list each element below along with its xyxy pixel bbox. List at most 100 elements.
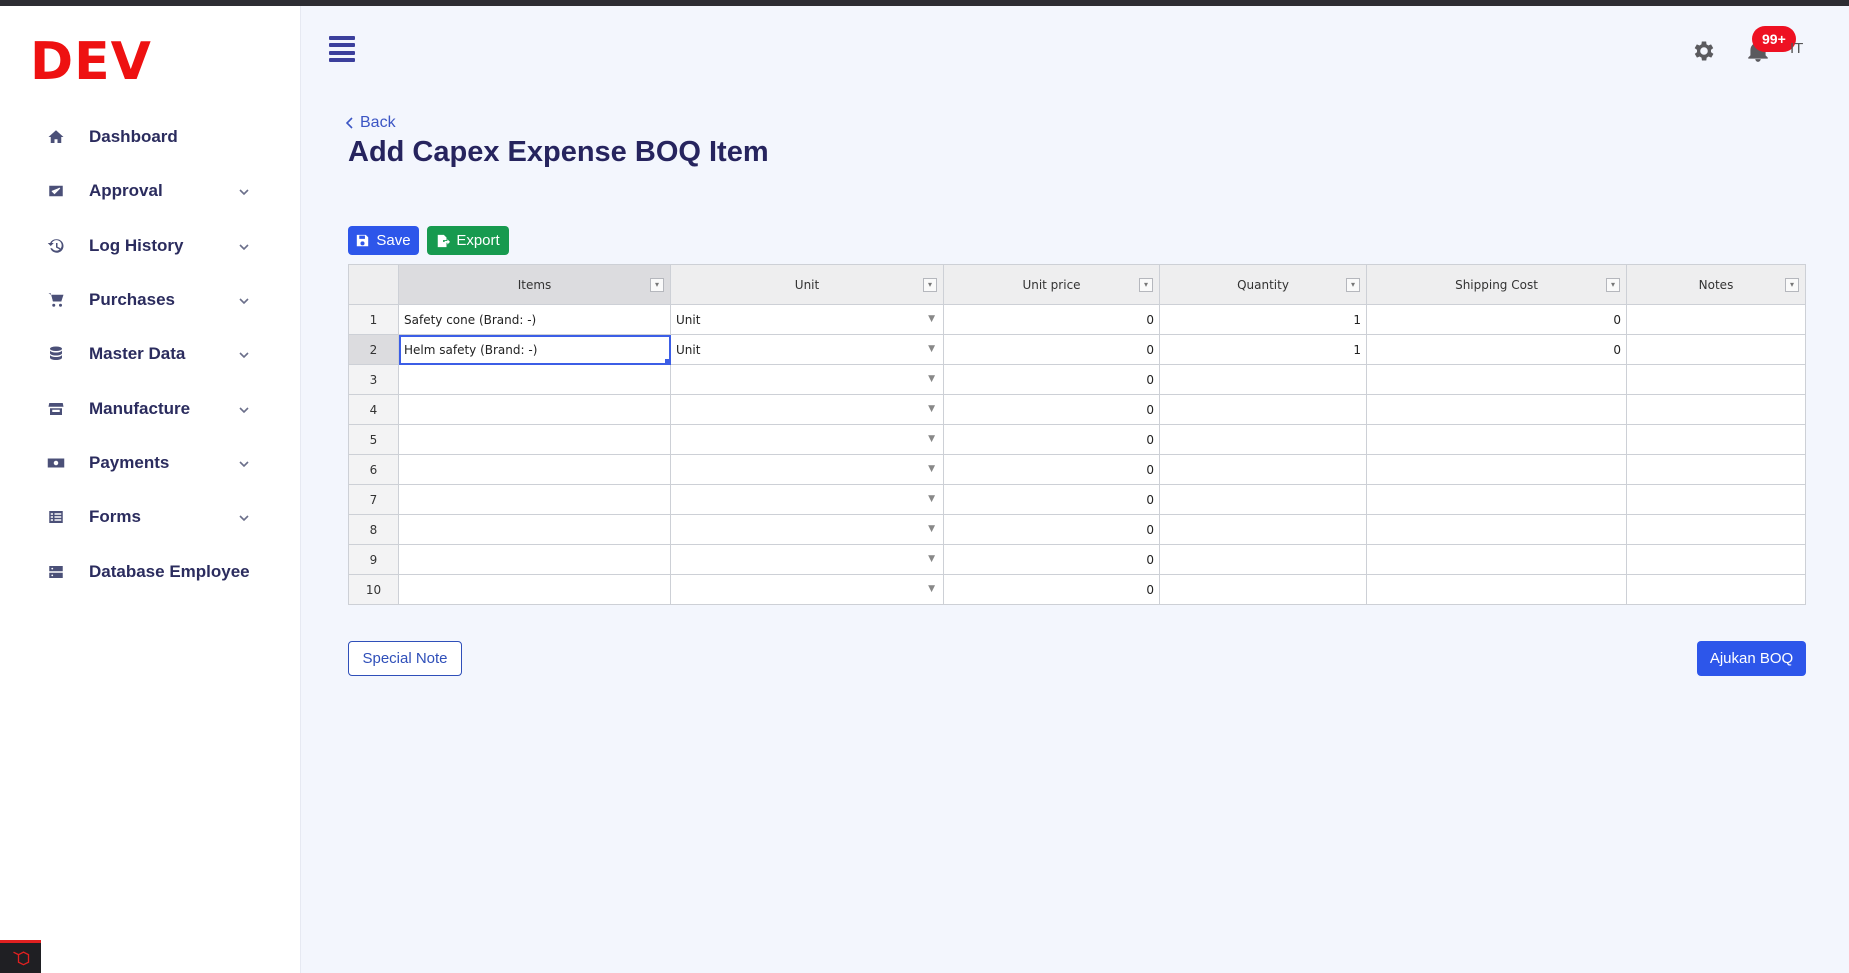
cell-unit-price[interactable]: 0 [943, 424, 1160, 455]
cell-unit-price[interactable]: 0 [943, 364, 1160, 395]
cell-notes[interactable] [1626, 574, 1806, 605]
cell-item-active[interactable]: Helm safety (Brand: -) [398, 334, 671, 365]
row-number[interactable]: 1 [348, 304, 399, 335]
gear-icon[interactable] [1691, 38, 1717, 64]
row-number[interactable]: 6 [348, 454, 399, 485]
cell-quantity[interactable]: 1 [1159, 304, 1367, 335]
sidebar-item-dashboard[interactable]: Dashboard [0, 110, 300, 164]
cell-item[interactable] [398, 484, 671, 515]
chevron-down-icon[interactable] [238, 348, 250, 360]
corner-cell[interactable] [348, 264, 399, 305]
dropdown-arrow-icon[interactable]: ▼ [928, 434, 935, 444]
export-button[interactable]: Export [427, 226, 509, 255]
cell-shipping-cost[interactable] [1366, 484, 1627, 515]
cell-item[interactable]: Safety cone (Brand: -) [398, 304, 671, 335]
cell-unit-price[interactable]: 0 [943, 454, 1160, 485]
chevron-down-icon[interactable] [238, 457, 250, 469]
cell-shipping-cost[interactable] [1366, 574, 1627, 605]
chevron-down-icon[interactable] [238, 294, 250, 306]
row-number[interactable]: 9 [348, 544, 399, 575]
cell-shipping-cost[interactable]: 0 [1366, 334, 1627, 365]
menu-toggle-icon[interactable] [329, 36, 355, 62]
cell-unit[interactable]: ▼ [670, 364, 944, 395]
column-filter-icon[interactable]: ▾ [1785, 278, 1799, 292]
cell-item[interactable] [398, 514, 671, 545]
sidebar-item-payments[interactable]: Payments [0, 436, 300, 490]
column-header-items[interactable]: Items ▾ [398, 264, 671, 305]
column-filter-icon[interactable]: ▾ [1346, 278, 1360, 292]
dropdown-arrow-icon[interactable]: ▼ [928, 344, 935, 354]
dropdown-arrow-icon[interactable]: ▼ [928, 314, 935, 324]
row-number[interactable]: 10 [348, 574, 399, 605]
cell-item[interactable] [398, 574, 671, 605]
row-number[interactable]: 7 [348, 484, 399, 515]
cell-notes[interactable] [1626, 304, 1806, 335]
cell-quantity[interactable] [1159, 574, 1367, 605]
special-note-button[interactable]: Special Note [348, 641, 462, 676]
row-number[interactable]: 8 [348, 514, 399, 545]
cell-notes[interactable] [1626, 514, 1806, 545]
cell-unit[interactable]: Unit ▼ [670, 334, 944, 365]
cell-unit-price[interactable]: 0 [943, 334, 1160, 365]
save-button[interactable]: Save [348, 226, 419, 255]
user-avatar[interactable]: IT [1790, 40, 1803, 57]
cell-shipping-cost[interactable]: 0 [1366, 304, 1627, 335]
dropdown-arrow-icon[interactable]: ▼ [928, 464, 935, 474]
row-number[interactable]: 4 [348, 394, 399, 425]
cell-unit[interactable]: ▼ [670, 394, 944, 425]
cell-item[interactable] [398, 364, 671, 395]
cell-quantity[interactable] [1159, 454, 1367, 485]
chevron-down-icon[interactable] [238, 185, 250, 197]
cell-unit-price[interactable]: 0 [943, 544, 1160, 575]
cell-unit-price[interactable]: 0 [943, 304, 1160, 335]
cell-notes[interactable] [1626, 364, 1806, 395]
chevron-down-icon[interactable] [238, 511, 250, 523]
sidebar-item-database-employee[interactable]: Database Employee [0, 544, 300, 598]
cell-quantity[interactable] [1159, 424, 1367, 455]
cell-notes[interactable] [1626, 394, 1806, 425]
sidebar-item-master-data[interactable]: Master Data [0, 327, 300, 381]
sidebar-item-purchases[interactable]: Purchases [0, 273, 300, 327]
cell-quantity[interactable] [1159, 514, 1367, 545]
cell-notes[interactable] [1626, 484, 1806, 515]
dropdown-arrow-icon[interactable]: ▼ [928, 524, 935, 534]
row-number[interactable]: 5 [348, 424, 399, 455]
column-header-unit-price[interactable]: Unit price ▾ [943, 264, 1160, 305]
cell-item[interactable] [398, 394, 671, 425]
submit-boq-button[interactable]: Ajukan BOQ [1697, 641, 1806, 676]
dropdown-arrow-icon[interactable]: ▼ [928, 584, 935, 594]
cell-unit[interactable]: ▼ [670, 574, 944, 605]
cell-unit[interactable]: ▼ [670, 424, 944, 455]
cell-shipping-cost[interactable] [1366, 424, 1627, 455]
dropdown-arrow-icon[interactable]: ▼ [928, 374, 935, 384]
column-header-quantity[interactable]: Quantity ▾ [1159, 264, 1367, 305]
cell-unit-price[interactable]: 0 [943, 484, 1160, 515]
cell-unit-price[interactable]: 0 [943, 514, 1160, 545]
brand-logo[interactable]: DEV [30, 32, 152, 92]
laravel-debugbar-icon[interactable] [0, 940, 41, 973]
cell-unit-price[interactable]: 0 [943, 394, 1160, 425]
dropdown-arrow-icon[interactable]: ▼ [928, 554, 935, 564]
cell-item[interactable] [398, 544, 671, 575]
cell-notes[interactable] [1626, 424, 1806, 455]
column-filter-icon[interactable]: ▾ [923, 278, 937, 292]
cell-unit-price[interactable]: 0 [943, 574, 1160, 605]
cell-quantity[interactable] [1159, 364, 1367, 395]
cell-shipping-cost[interactable] [1366, 454, 1627, 485]
dropdown-arrow-icon[interactable]: ▼ [928, 404, 935, 414]
cell-shipping-cost[interactable] [1366, 364, 1627, 395]
cell-shipping-cost[interactable] [1366, 514, 1627, 545]
dropdown-arrow-icon[interactable]: ▼ [928, 494, 935, 504]
column-header-unit[interactable]: Unit ▾ [670, 264, 944, 305]
cell-notes[interactable] [1626, 544, 1806, 575]
back-link[interactable]: Back [346, 114, 396, 132]
chevron-down-icon[interactable] [238, 403, 250, 415]
column-filter-icon[interactable]: ▾ [1139, 278, 1153, 292]
cell-unit[interactable]: ▼ [670, 454, 944, 485]
cell-shipping-cost[interactable] [1366, 544, 1627, 575]
cell-unit[interactable]: Unit ▼ [670, 304, 944, 335]
cell-unit[interactable]: ▼ [670, 544, 944, 575]
sidebar-item-log-history[interactable]: Log History [0, 219, 300, 273]
sidebar-item-forms[interactable]: Forms [0, 490, 300, 544]
cell-unit[interactable]: ▼ [670, 484, 944, 515]
